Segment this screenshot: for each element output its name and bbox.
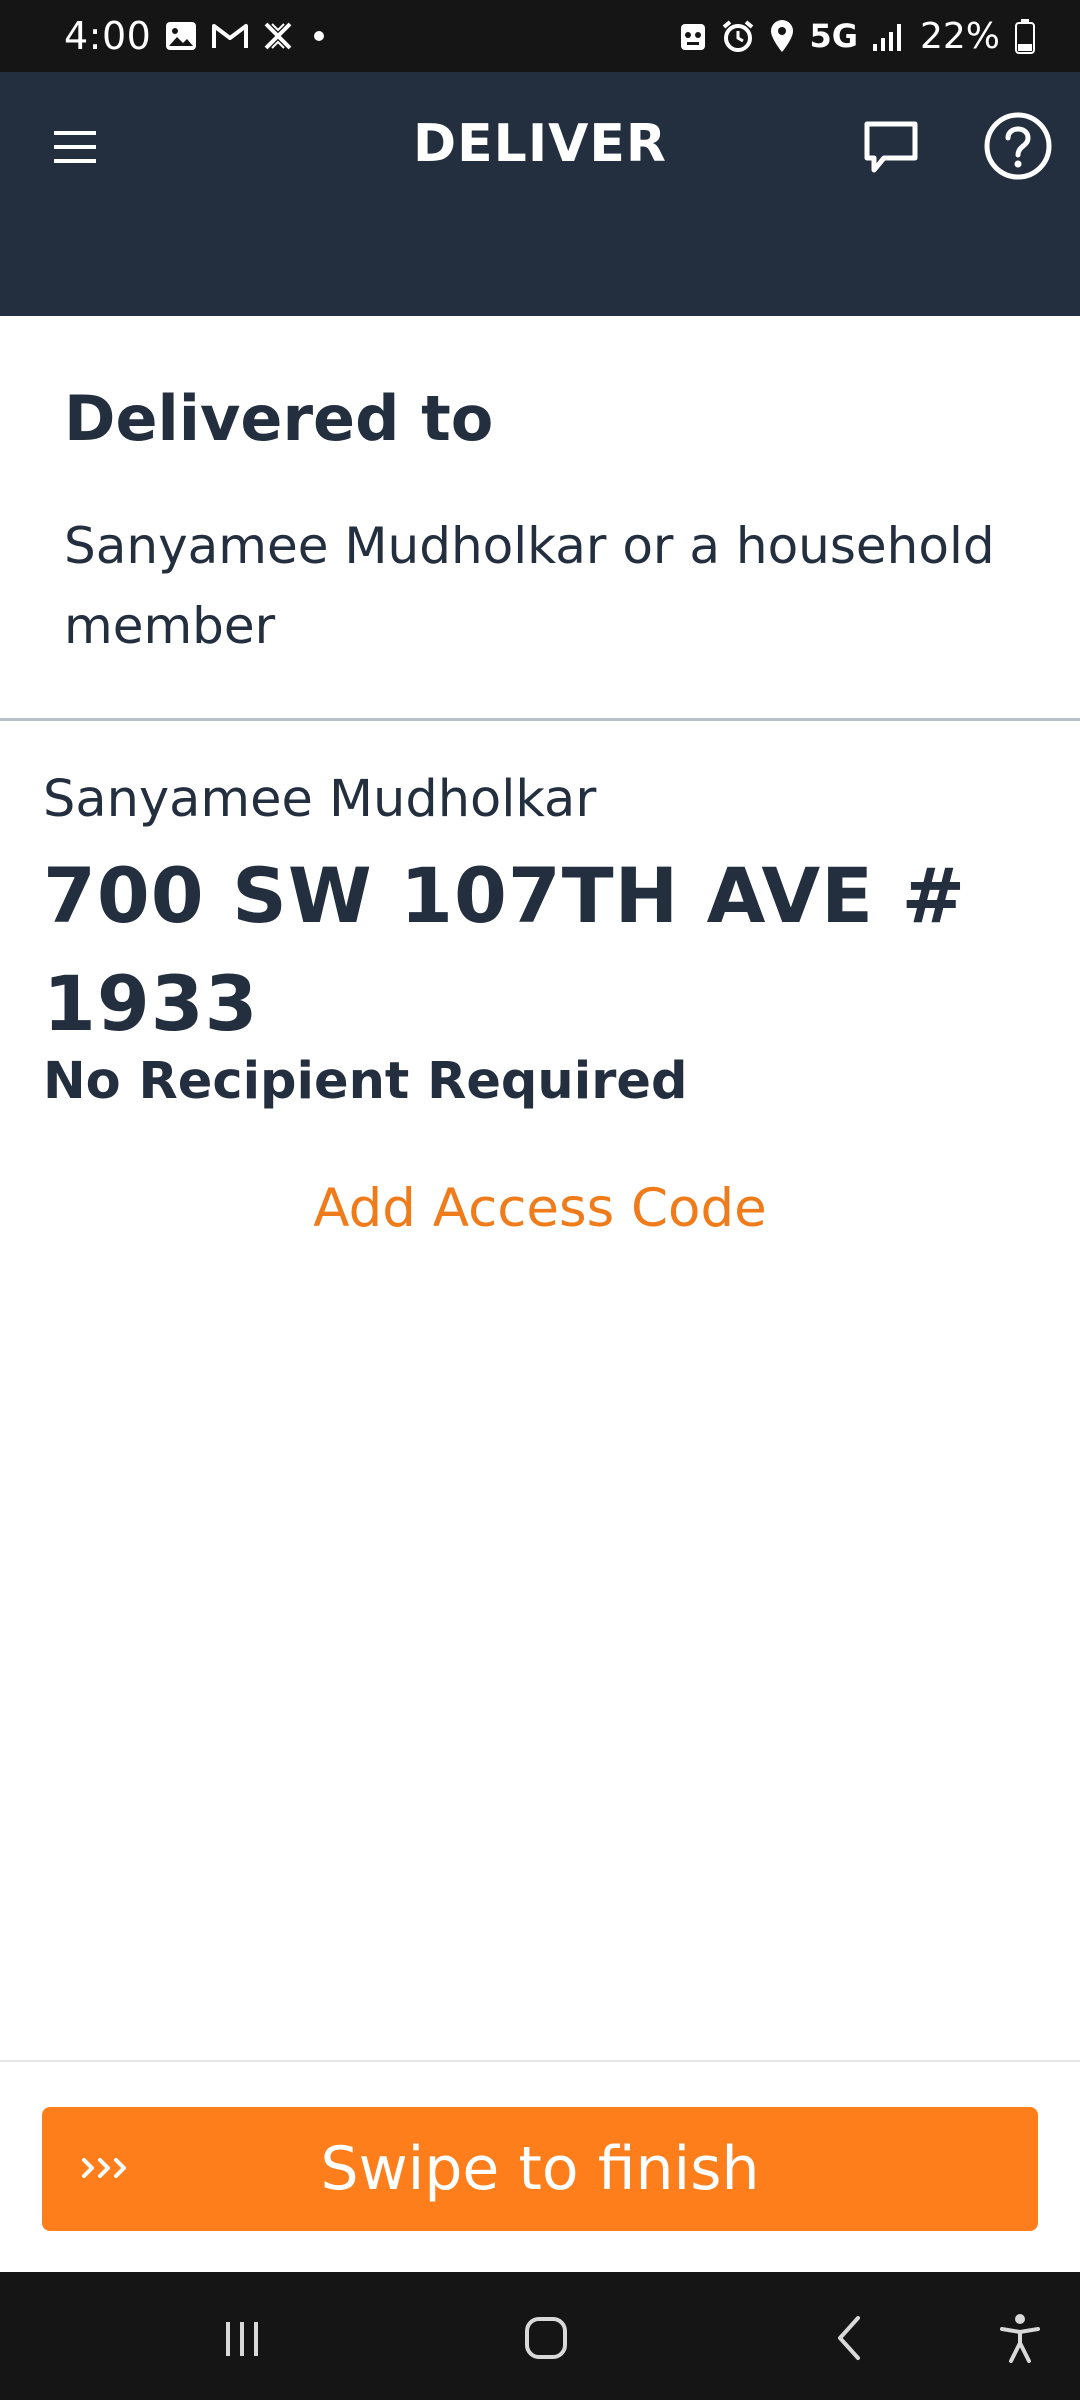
x-app-icon xyxy=(263,21,293,51)
status-bar: 4:00 5G 22% xyxy=(0,0,1080,72)
status-right: 5G 22% xyxy=(679,16,1036,57)
accessibility-button[interactable] xyxy=(990,2308,1050,2368)
delivered-description: Sanyamee Mudholkar or a household member xyxy=(64,517,995,655)
help-icon xyxy=(984,112,1052,180)
delivered-title: Delivered to xyxy=(64,382,494,455)
battery-percent: 22% xyxy=(919,15,1000,57)
dot-icon xyxy=(307,24,331,48)
recipient-note: No Recipient Required xyxy=(43,1052,688,1111)
status-left: 4:00 xyxy=(64,14,331,58)
delivery-address: 700 SW 107TH AVE # 1933 xyxy=(43,851,967,1048)
recipient-name: Sanyamee Mudholkar xyxy=(43,770,597,829)
network-type: 5G xyxy=(809,17,858,55)
back-button[interactable] xyxy=(820,2308,880,2368)
chat-button[interactable] xyxy=(856,112,926,182)
accessibility-icon xyxy=(1000,2314,1040,2363)
recents-button[interactable] xyxy=(212,2308,272,2368)
app-header: DELIVER xyxy=(0,72,1080,316)
signal-icon xyxy=(872,20,906,52)
system-nav-bar xyxy=(0,2272,1080,2400)
alarm-icon xyxy=(721,19,755,53)
delivered-section: Delivered to Sanyamee Mudholkar or a hou… xyxy=(0,316,1080,721)
robot-icon xyxy=(679,20,707,52)
swipe-label: Swipe to finish xyxy=(320,2134,760,2204)
home-button[interactable] xyxy=(516,2308,576,2368)
chevrons-right-icon xyxy=(82,2158,126,2178)
back-icon xyxy=(838,2316,860,2360)
swipe-footer: Swipe to finish xyxy=(0,2060,1080,2272)
deliver-screen: 4:00 5G 22% DELIVER Delivered to Sanyame… xyxy=(0,0,1080,2400)
gallery-icon xyxy=(165,21,197,51)
location-icon xyxy=(769,19,795,53)
help-button[interactable] xyxy=(980,108,1056,184)
status-time: 4:00 xyxy=(64,14,152,58)
add-access-code-link[interactable]: Add Access Code xyxy=(0,1178,1080,1239)
home-icon xyxy=(525,2317,567,2359)
gmail-icon xyxy=(211,22,249,50)
swipe-to-finish-button[interactable]: Swipe to finish xyxy=(42,2107,1038,2231)
recents-icon xyxy=(226,2322,258,2356)
chat-icon xyxy=(864,121,918,173)
battery-icon xyxy=(1014,18,1036,54)
